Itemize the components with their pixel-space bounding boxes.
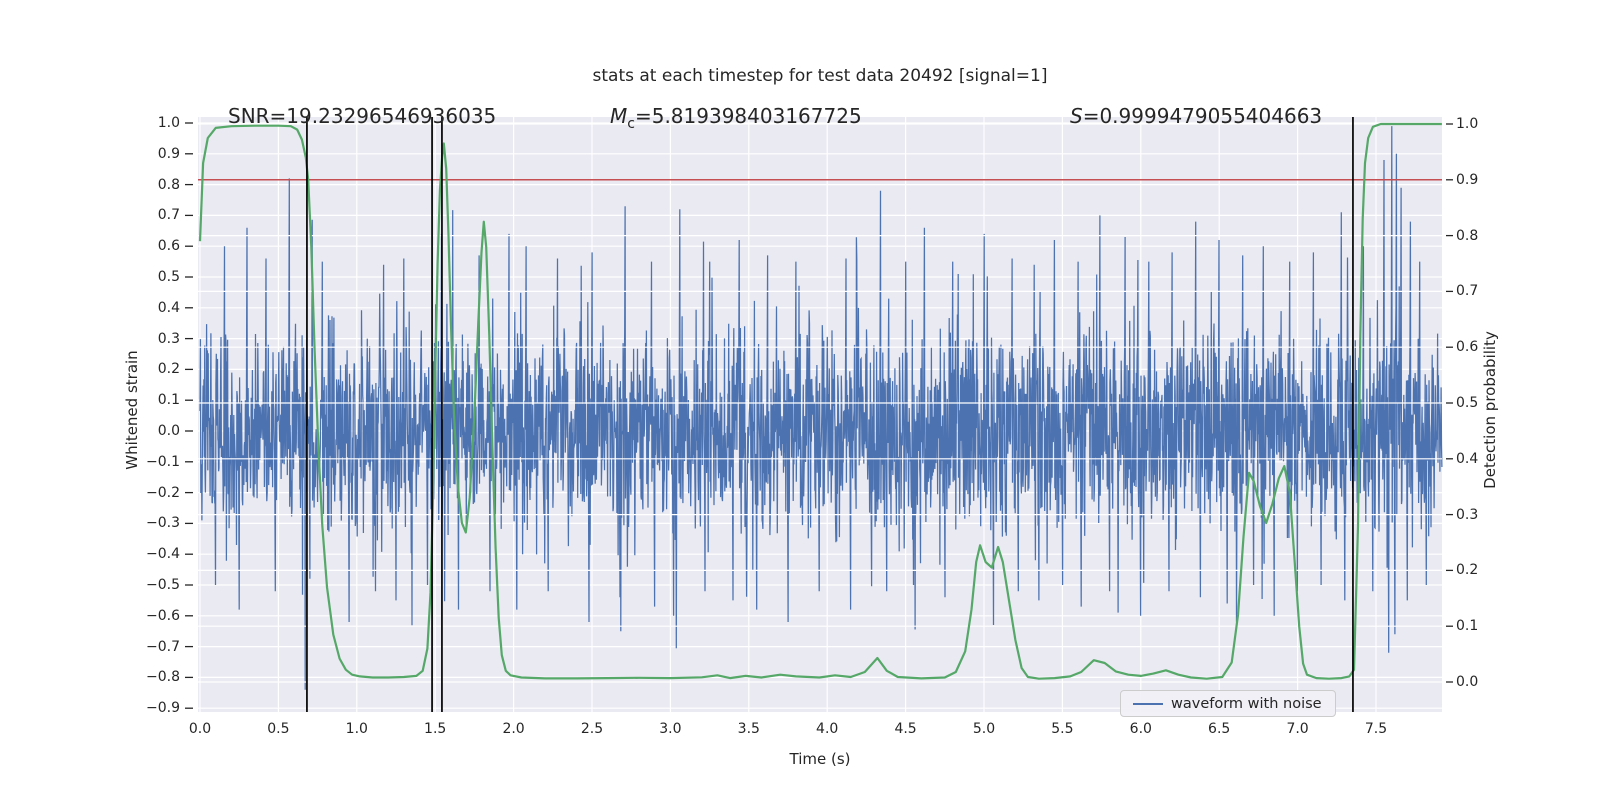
left-tick-label: −0.3 bbox=[146, 515, 180, 532]
right-tick-label: 0.9 bbox=[1456, 171, 1479, 188]
x-tick-label: 3.0 bbox=[659, 721, 682, 737]
left-tick-label: 0.2 bbox=[157, 361, 180, 378]
annotation-significance: S=0.9999479055404663 bbox=[1070, 104, 1322, 128]
left-tick-label: 0.7 bbox=[157, 207, 180, 224]
right-tick-label: 0.3 bbox=[1456, 506, 1479, 523]
right-tick-label: 0.0 bbox=[1456, 674, 1479, 690]
annotation-snr: SNR=19.23296546936035 bbox=[228, 104, 497, 128]
right-tick-label: 0.8 bbox=[1456, 227, 1479, 244]
legend: waveform with noise bbox=[1120, 690, 1336, 717]
x-tick-label: 1.0 bbox=[345, 721, 368, 737]
right-tick-label: 0.1 bbox=[1456, 618, 1479, 635]
right-tick-label: 0.4 bbox=[1456, 450, 1479, 467]
left-tick-label: −0.6 bbox=[146, 607, 180, 624]
left-tick-label: −0.2 bbox=[146, 484, 180, 501]
left-tick-label: 0.5 bbox=[157, 269, 180, 285]
right-tick-label: 1.0 bbox=[1456, 116, 1479, 132]
x-tick-label: 3.5 bbox=[737, 721, 760, 737]
right-tick-label: 0.7 bbox=[1456, 283, 1479, 300]
x-tick-label: 7.5 bbox=[1364, 721, 1388, 737]
x-tick-label: 1.5 bbox=[424, 721, 447, 737]
left-tick-label: 0.8 bbox=[157, 176, 180, 193]
x-tick-label: 5.5 bbox=[1051, 721, 1074, 737]
chirp-mass-value: =5.819398403167725 bbox=[634, 104, 862, 128]
left-tick-label: 0.6 bbox=[157, 238, 180, 255]
chirp-mass-subscript: c bbox=[627, 116, 635, 132]
x-tick-label: 0.0 bbox=[188, 721, 212, 737]
left-tick-label: −0.7 bbox=[146, 638, 180, 655]
right-tick-label: 0.2 bbox=[1456, 562, 1479, 579]
left-tick-label: −0.5 bbox=[146, 577, 180, 593]
x-tick-label: 6.5 bbox=[1208, 721, 1231, 737]
x-tick-label: 4.0 bbox=[816, 721, 839, 737]
left-tick-label: −0.8 bbox=[146, 669, 180, 686]
x-axis-label: Time (s) bbox=[789, 750, 851, 768]
chirp-mass-symbol: M bbox=[610, 104, 628, 128]
left-tick-label: −0.4 bbox=[146, 546, 180, 563]
x-tick-label: 7.0 bbox=[1286, 721, 1309, 737]
left-tick-label: 0.0 bbox=[157, 423, 180, 439]
legend-line-sample-icon bbox=[1133, 702, 1163, 705]
annotation-chirp-mass: Mc=5.819398403167725 bbox=[610, 104, 862, 132]
x-tick-label: 4.5 bbox=[894, 721, 917, 737]
figure: stats at each timestep for test data 204… bbox=[0, 0, 1600, 800]
significance-symbol: S bbox=[1070, 104, 1083, 128]
legend-label: waveform with noise bbox=[1171, 695, 1322, 712]
right-tick-label: 0.5 bbox=[1456, 395, 1479, 411]
left-tick-label: 0.1 bbox=[157, 392, 180, 409]
significance-value: =0.9999479055404663 bbox=[1082, 104, 1323, 128]
left-tick-label: −0.1 bbox=[146, 453, 180, 470]
chart-title: stats at each timestep for test data 204… bbox=[592, 66, 1048, 86]
left-tick-label: 1.0 bbox=[157, 115, 180, 131]
left-tick-label: 0.4 bbox=[157, 299, 180, 316]
x-tick-label: 0.5 bbox=[267, 721, 290, 737]
x-tick-label: 6.0 bbox=[1129, 721, 1152, 737]
x-tick-label: 2.5 bbox=[580, 721, 604, 737]
left-tick-label: 0.9 bbox=[157, 145, 180, 162]
left-tick-label: −0.9 bbox=[146, 700, 180, 717]
x-tick-label: 5.0 bbox=[972, 721, 996, 737]
left-tick-label: 0.3 bbox=[157, 330, 180, 347]
x-tick-label: 2.0 bbox=[502, 721, 525, 737]
right-tick-label: 0.6 bbox=[1456, 339, 1479, 356]
